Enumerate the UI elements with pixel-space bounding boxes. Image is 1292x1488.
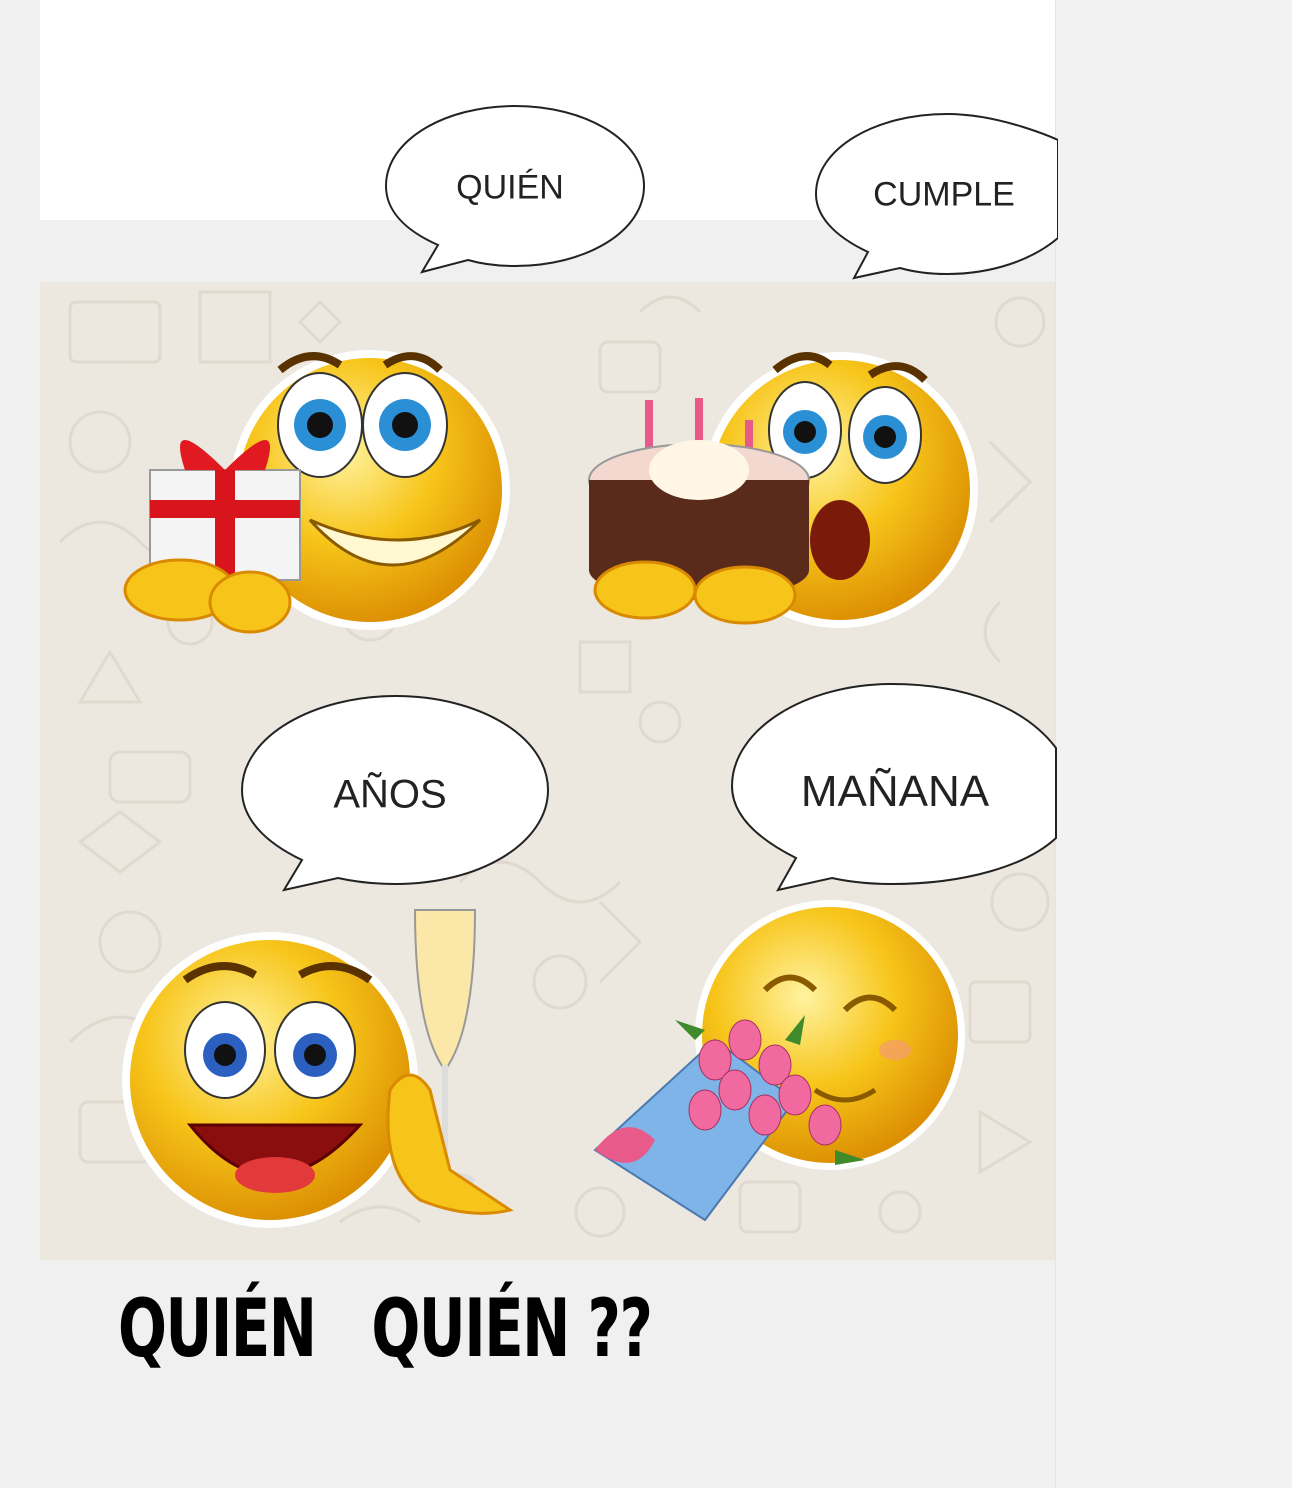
flowers-emoji-icon	[593, 900, 965, 1222]
gift-emoji-icon	[123, 350, 510, 634]
right-margin	[1055, 0, 1292, 1488]
meme-canvas: QUIÉN CUMPLE AÑOS MAÑANA QUIÉN QUIÉN ??	[0, 0, 1292, 1488]
champagne-emoji-icon	[122, 909, 514, 1228]
bubble-4-text: MAÑANA	[800, 767, 990, 816]
bubble-3-text: AÑOS	[333, 772, 447, 817]
cake-emoji-icon	[588, 352, 978, 628]
bubble-2-text: CUMPLE	[873, 175, 1015, 214]
caption-text: QUIÉN QUIÉN ??	[118, 1282, 653, 1375]
bubble-1-text: QUIÉN	[456, 168, 564, 207]
